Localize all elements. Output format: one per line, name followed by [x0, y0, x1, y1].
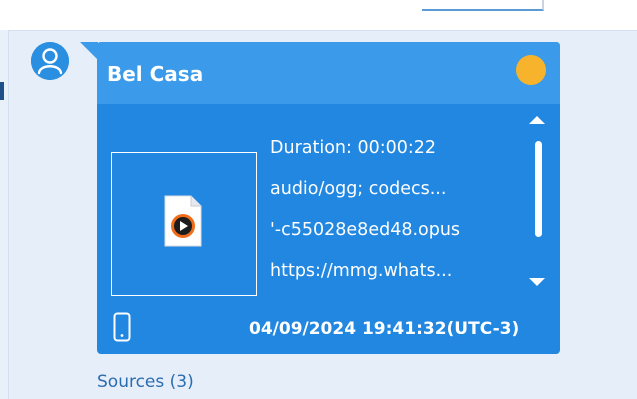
phone-icon: [113, 312, 131, 342]
detail-mime-type: audio/ogg; codecs...: [270, 179, 447, 199]
scrollbar-thumb[interactable]: [535, 141, 542, 237]
message-card[interactable]: Bel Casa Duration: 00:00:22 audio/ogg; c…: [97, 42, 560, 354]
message-header: Bel Casa: [97, 42, 560, 104]
sources-link[interactable]: Sources (3): [97, 372, 194, 392]
scroll-up-arrow-icon[interactable]: [529, 116, 545, 124]
audio-file-icon: [164, 195, 202, 247]
message-timestamp: 04/09/2024 19:41:32(UTC-3): [249, 319, 520, 339]
message-bubble-tail: [80, 42, 98, 60]
top-toolbar-strip: [0, 0, 637, 30]
sender-name: Bel Casa: [107, 62, 204, 86]
top-tab-underline: [422, 0, 544, 11]
detail-duration: Duration: 00:00:22: [270, 138, 437, 158]
status-dot-icon: [516, 55, 546, 85]
attachment-thumbnail[interactable]: [111, 152, 257, 296]
scroll-down-arrow-icon[interactable]: [529, 278, 545, 286]
attachment-details: Duration: 00:00:22 audio/ogg; codecs... …: [270, 128, 532, 292]
user-avatar-icon: [31, 42, 69, 80]
detail-url: https://mmg.whats...: [270, 261, 453, 281]
selection-marker: [0, 82, 4, 100]
detail-filename: '-c55028e8ed48.opus: [270, 220, 461, 240]
